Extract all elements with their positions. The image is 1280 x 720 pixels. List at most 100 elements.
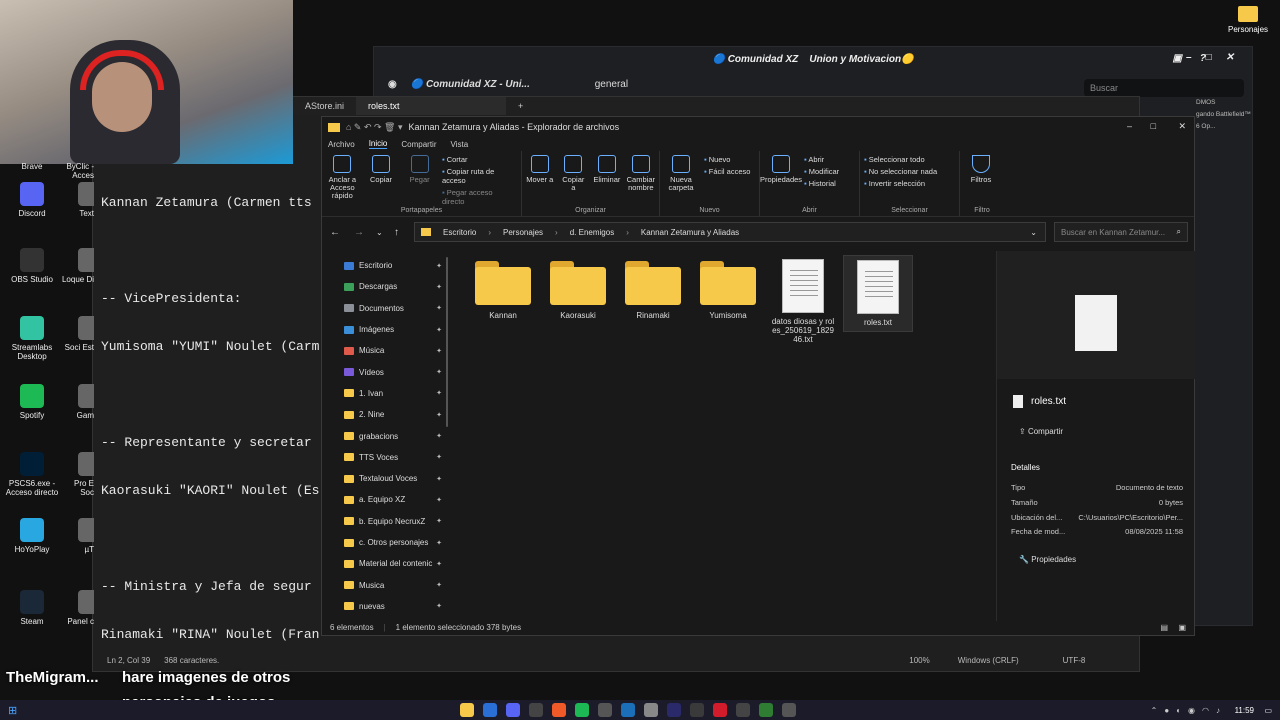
store-taskbar-icon[interactable] [483, 703, 497, 717]
app-taskbar-icon[interactable] [598, 703, 612, 717]
details-view-icon[interactable]: ▤ [1160, 623, 1168, 632]
file-explorer-taskbar-icon[interactable] [460, 703, 474, 717]
tray-icon[interactable]: ● [1164, 706, 1169, 715]
sidebar-item[interactable]: TTS Voces ✦ [322, 447, 448, 468]
close-button[interactable]: ✕ [1178, 121, 1186, 132]
sidebar-item[interactable]: 1. Ivan ✦ [322, 383, 448, 404]
address-bar[interactable]: Escritorio › Personajes › d. Enemigos › Kan… [414, 222, 1061, 242]
sidebar-item[interactable]: b. Equipo NecruxZ ✦ [322, 511, 448, 532]
desktop-icon[interactable]: PSCS6.exe - Acceso directo [1, 452, 63, 497]
streamlabs-taskbar-icon[interactable] [782, 703, 796, 717]
file-item[interactable]: datos diosas y roles_250619_182946.txt [768, 255, 838, 348]
easy-access-button[interactable]: Fácil acceso [704, 167, 751, 176]
sidebar-item[interactable]: c. Otros personajes ✦ [322, 532, 448, 553]
pin-quick-access-button[interactable]: Anclar a Acceso rápido [326, 155, 359, 200]
desktop-icon[interactable]: Panel c [60, 590, 94, 626]
copy-path-button[interactable]: Copiar ruta de acceso [442, 167, 517, 185]
sidebar-item[interactable]: Documentos ✦ [322, 298, 448, 319]
properties-link[interactable]: 🔧 Propiedades [1019, 555, 1076, 564]
folder-item[interactable]: Yumisoma [693, 255, 763, 324]
nav-scrollbar[interactable] [446, 257, 448, 427]
paste-button[interactable]: Pegar [403, 155, 436, 184]
tray-icon[interactable]: ⌃ [1151, 706, 1158, 715]
sidebar-item[interactable]: Imágenes ✦ [322, 319, 448, 340]
folder-item[interactable]: Rinamaki [618, 255, 688, 324]
folder-item[interactable]: Kaorasuki [543, 255, 613, 324]
sidebar-item[interactable]: grabacions ✦ [322, 425, 448, 446]
desktop-icon[interactable]: Steam [1, 590, 63, 626]
volume-icon[interactable]: ♪ [1216, 706, 1220, 715]
server-name[interactable]: 🔵 Comunidad XZ - Uni... [411, 79, 581, 90]
inbox-icon[interactable]: ▣ [1173, 53, 1182, 64]
folder-item[interactable]: Kannan [468, 255, 538, 324]
share-button[interactable]: ⇪ Compartir [1019, 427, 1063, 436]
clock[interactable]: 11:59 [1235, 706, 1254, 715]
back-button[interactable]: ← [330, 227, 340, 238]
notification-icon[interactable]: ▭ [1264, 706, 1272, 715]
chevron-down-icon[interactable]: ⌄ [1030, 228, 1037, 237]
move-to-button[interactable]: Mover a [526, 155, 554, 184]
sidebar-item[interactable]: Descargas ✦ [322, 276, 448, 297]
invert-selection-button[interactable]: Invertir selección [864, 179, 937, 188]
discord-search-input[interactable]: Buscar [1084, 79, 1244, 97]
desktop-icon-personajes[interactable]: Personajes [1228, 6, 1268, 34]
desktop-icon[interactable]: Discord [1, 182, 63, 218]
desktop-icon[interactable]: Text [60, 182, 94, 218]
sidebar-item[interactable]: Textaloud Voces ✦ [322, 468, 448, 489]
brave-taskbar-icon[interactable] [552, 703, 566, 717]
desktop-icon[interactable]: ByClic - Acces [60, 162, 94, 180]
search-input[interactable]: Buscar en Kannan Zetamur... ⌕ [1054, 222, 1188, 242]
desktop-icon[interactable]: OBS Studio [1, 248, 63, 284]
maximize-button[interactable]: □ [1151, 121, 1156, 131]
copy-to-button[interactable]: Copiar a [560, 155, 588, 192]
properties-button[interactable]: Propiedades [760, 155, 802, 184]
obs-taskbar-icon[interactable] [529, 703, 543, 717]
system-tray[interactable]: ⌃ ● ◐ ◉ ◠ ♪ [1151, 706, 1220, 715]
monitor-taskbar-icon[interactable] [667, 703, 681, 717]
new-item-button[interactable]: Nuevo [704, 155, 750, 164]
tab-vista[interactable]: Vista [451, 140, 469, 149]
filters-button[interactable]: Filtros [964, 155, 998, 184]
tab-archivo[interactable]: Archivo [328, 140, 355, 149]
desktop-icon[interactable]: Streamlabs Desktop [1, 316, 63, 361]
select-none-button[interactable]: No seleccionar nada [864, 167, 937, 176]
file-list[interactable]: Kannan Kaorasuki Rinamaki Yumisoma datos dio… [462, 255, 992, 615]
notepad-editor[interactable]: Kannan Zetamura (Carmen tts -- VicePresi… [101, 163, 319, 675]
tray-icon[interactable]: ◐ [1176, 706, 1181, 715]
edit-button[interactable]: Modificar [804, 167, 839, 176]
select-all-button[interactable]: Seleccionar todo [864, 155, 937, 164]
sidebar-item[interactable]: Vídeos ✦ [322, 361, 448, 382]
desktop-icon[interactable]: HoYoPlay [1, 518, 63, 554]
breadcrumb-item[interactable]: d. Enemigos [570, 228, 614, 237]
discord-taskbar-icon[interactable] [506, 703, 520, 717]
desktop-icon[interactable]: Loque Di [60, 248, 94, 284]
discord-window-controls[interactable]: –□✕ [1186, 52, 1248, 63]
up-button[interactable]: ↑ [394, 227, 399, 238]
copy-button[interactable]: Copiar [365, 155, 398, 184]
breadcrumb-item[interactable]: Escritorio [443, 228, 476, 237]
rename-button[interactable]: Cambiar nombre [627, 155, 655, 192]
sidebar-item[interactable]: Material del contenic ✦ [322, 553, 448, 574]
breadcrumb-item[interactable]: Kannan Zetamura y Aliadas [641, 228, 739, 237]
paste-shortcut-button[interactable]: Pegar acceso directo [442, 188, 517, 206]
file-item[interactable]: roles.txt [843, 255, 913, 332]
desktop-icon[interactable]: Gam [60, 384, 94, 420]
tab-roles[interactable]: roles.txt [356, 97, 507, 115]
sidebar-item[interactable]: a. Equipo XZ ✦ [322, 489, 448, 510]
tab-inicio[interactable]: Inicio [368, 139, 388, 149]
calculator-taskbar-icon[interactable] [736, 703, 750, 717]
delete-button[interactable]: Eliminar [593, 155, 621, 184]
recent-dropdown-icon[interactable]: ⌄ [376, 228, 383, 237]
sidebar-item[interactable]: Música ✦ [322, 340, 448, 361]
minimize-button[interactable]: – [1127, 121, 1132, 131]
sidebar-item[interactable]: Musica ✦ [322, 574, 448, 595]
notepad-taskbar-icon[interactable] [644, 703, 658, 717]
forward-button[interactable]: → [354, 227, 364, 238]
large-icons-view-icon[interactable]: ▣ [1178, 623, 1186, 632]
wifi-icon[interactable]: ◠ [1202, 706, 1209, 715]
sidebar-item[interactable]: nuevas ✦ [322, 596, 448, 617]
file-explorer-window[interactable]: ⌂ ✎ ↶ ↷ 🗑 ▾ Kannan Zetamura y Aliadas - … [321, 116, 1195, 636]
desktop-icon[interactable]: Brave [1, 162, 63, 171]
cut-button[interactable]: Cortar [442, 155, 517, 164]
desktop-icon[interactable]: µT [60, 518, 94, 554]
